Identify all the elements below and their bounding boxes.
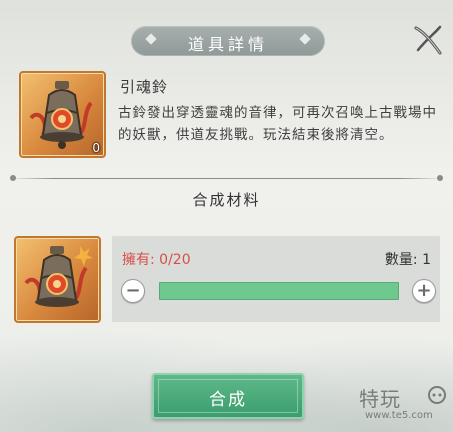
watermark-url: www.te5.com <box>365 410 433 421</box>
item-name: 引魂鈴 <box>120 78 169 96</box>
bell-fragment-icon <box>24 246 93 307</box>
compose-button[interactable]: 合成 <box>152 373 304 419</box>
item-icon-frame[interactable]: 0 <box>19 71 106 158</box>
owned-count: 擁有: 0/20 <box>122 252 191 268</box>
section-divider <box>10 175 443 181</box>
minus-icon: − <box>125 280 141 301</box>
title-banner: 道具詳情 <box>131 26 325 56</box>
material-icon-frame[interactable] <box>14 236 101 323</box>
item-description: 古鈴發出穿透靈魂的音律，可再次召喚上古戰場中的妖獸，供道友挑戰。玩法結束後將清空… <box>118 105 437 143</box>
plus-icon: + <box>416 280 432 301</box>
close-icon <box>414 25 442 55</box>
dialog-title: 道具詳情 <box>187 35 268 54</box>
gamepad-icon <box>428 386 446 404</box>
watermark-logo-text: 特玩 <box>359 387 401 411</box>
decrease-button[interactable]: − <box>121 279 145 303</box>
quantity-slider[interactable] <box>159 282 399 300</box>
materials-title: 合成材料 <box>192 191 261 209</box>
quantity-label: 數量: 1 <box>384 252 431 268</box>
increase-button[interactable]: + <box>412 279 436 303</box>
watermark: 特玩 www.te5.com <box>355 383 451 429</box>
close-button[interactable] <box>410 22 446 58</box>
compose-label: 合成 <box>209 390 247 410</box>
item-count: 0 <box>92 141 100 155</box>
